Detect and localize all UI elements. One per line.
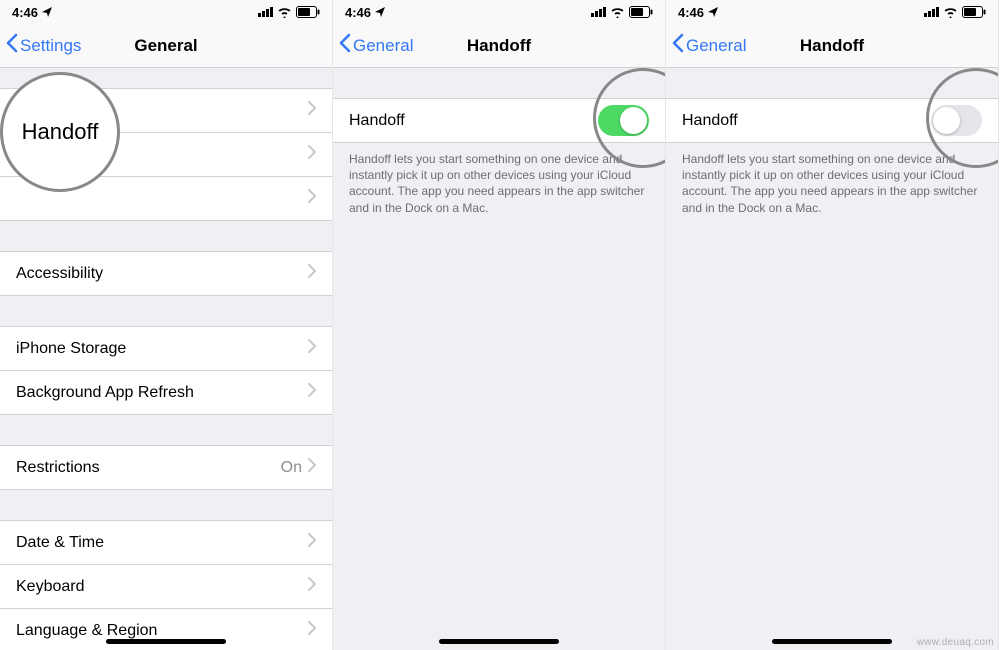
chevron-right-icon	[308, 339, 316, 358]
wifi-icon	[277, 7, 292, 18]
row-iphone-storage[interactable]: iPhone Storage	[0, 327, 332, 371]
handoff-settings: Handoff Handoff lets you start something…	[333, 68, 665, 216]
location-icon	[708, 5, 718, 20]
nav-back-label: Settings	[20, 36, 81, 56]
chevron-right-icon	[308, 383, 316, 402]
location-icon	[42, 5, 52, 20]
nav-back-button[interactable]: General	[672, 33, 746, 58]
status-bar: 4:46	[0, 0, 332, 24]
row-handoff-toggle[interactable]: Handoff	[666, 99, 998, 143]
row-label: Handoff	[682, 112, 738, 130]
status-time: 4:46	[12, 5, 38, 20]
home-indicator[interactable]	[106, 639, 226, 644]
row-label: Restrictions	[16, 459, 100, 477]
status-bar: 4:46	[666, 0, 998, 24]
status-time: 4:46	[678, 5, 704, 20]
chevron-right-icon	[308, 533, 316, 552]
status-bar: 4:46	[333, 0, 665, 24]
row-keyboard[interactable]: Keyboard	[0, 565, 332, 609]
battery-icon	[962, 6, 986, 18]
nav-back-label: General	[353, 36, 413, 56]
nav-bar: General Handoff	[666, 24, 998, 68]
nav-back-button[interactable]: Settings	[6, 33, 81, 58]
row-label: Handoff	[349, 112, 405, 130]
phone-panel-general: 4:46 Settings General	[0, 0, 333, 650]
nav-bar: Settings General	[0, 24, 332, 68]
row-handoff-toggle[interactable]: Handoff	[333, 99, 665, 143]
row-handoff-hidden[interactable]	[0, 133, 332, 177]
row-background-app-refresh[interactable]: Background App Refresh	[0, 371, 332, 415]
phone-panel-handoff-on: 4:46 General Handoff Handof	[333, 0, 666, 650]
nav-back-button[interactable]: General	[339, 33, 413, 58]
status-time: 4:46	[345, 5, 371, 20]
row-label: Keyboard	[16, 578, 85, 596]
chevron-left-icon	[339, 33, 351, 58]
home-indicator[interactable]	[439, 639, 559, 644]
chevron-right-icon	[308, 101, 316, 120]
chevron-right-icon	[308, 458, 316, 477]
chevron-left-icon	[6, 33, 18, 58]
row-restrictions[interactable]: Restrictions On	[0, 446, 332, 490]
handoff-description: Handoff lets you start something on one …	[333, 143, 665, 216]
settings-list: Accessibility iPhone Storage Background …	[0, 68, 332, 650]
row-label: Background App Refresh	[16, 384, 194, 402]
location-icon	[375, 5, 385, 20]
row-value: On	[281, 459, 302, 477]
row-label: iPhone Storage	[16, 340, 126, 358]
handoff-description: Handoff lets you start something on one …	[666, 143, 998, 216]
cellular-signal-icon	[924, 7, 939, 17]
handoff-toggle[interactable]	[598, 105, 649, 136]
battery-icon	[296, 6, 320, 18]
handoff-settings: Handoff Handoff lets you start something…	[666, 68, 998, 216]
chevron-left-icon	[672, 33, 684, 58]
chevron-right-icon	[308, 577, 316, 596]
cellular-signal-icon	[258, 7, 273, 17]
battery-icon	[629, 6, 653, 18]
handoff-toggle[interactable]	[931, 105, 982, 136]
home-indicator[interactable]	[772, 639, 892, 644]
chevron-right-icon	[308, 264, 316, 283]
chevron-right-icon	[308, 189, 316, 208]
row-hidden-top[interactable]	[0, 89, 332, 133]
nav-bar: General Handoff	[333, 24, 665, 68]
row-label: Accessibility	[16, 265, 103, 283]
row-accessibility[interactable]: Accessibility	[0, 252, 332, 296]
row-date-time[interactable]: Date & Time	[0, 521, 332, 565]
row-label: Date & Time	[16, 534, 104, 552]
chevron-right-icon	[308, 621, 316, 640]
nav-back-label: General	[686, 36, 746, 56]
chevron-right-icon	[308, 145, 316, 164]
cellular-signal-icon	[591, 7, 606, 17]
wifi-icon	[943, 7, 958, 18]
row-hidden-bottom[interactable]	[0, 177, 332, 221]
watermark: www.deuaq.com	[917, 637, 994, 648]
wifi-icon	[610, 7, 625, 18]
row-label: Language & Region	[16, 622, 157, 640]
phone-panel-handoff-off: 4:46 General Handoff Handof	[666, 0, 999, 650]
